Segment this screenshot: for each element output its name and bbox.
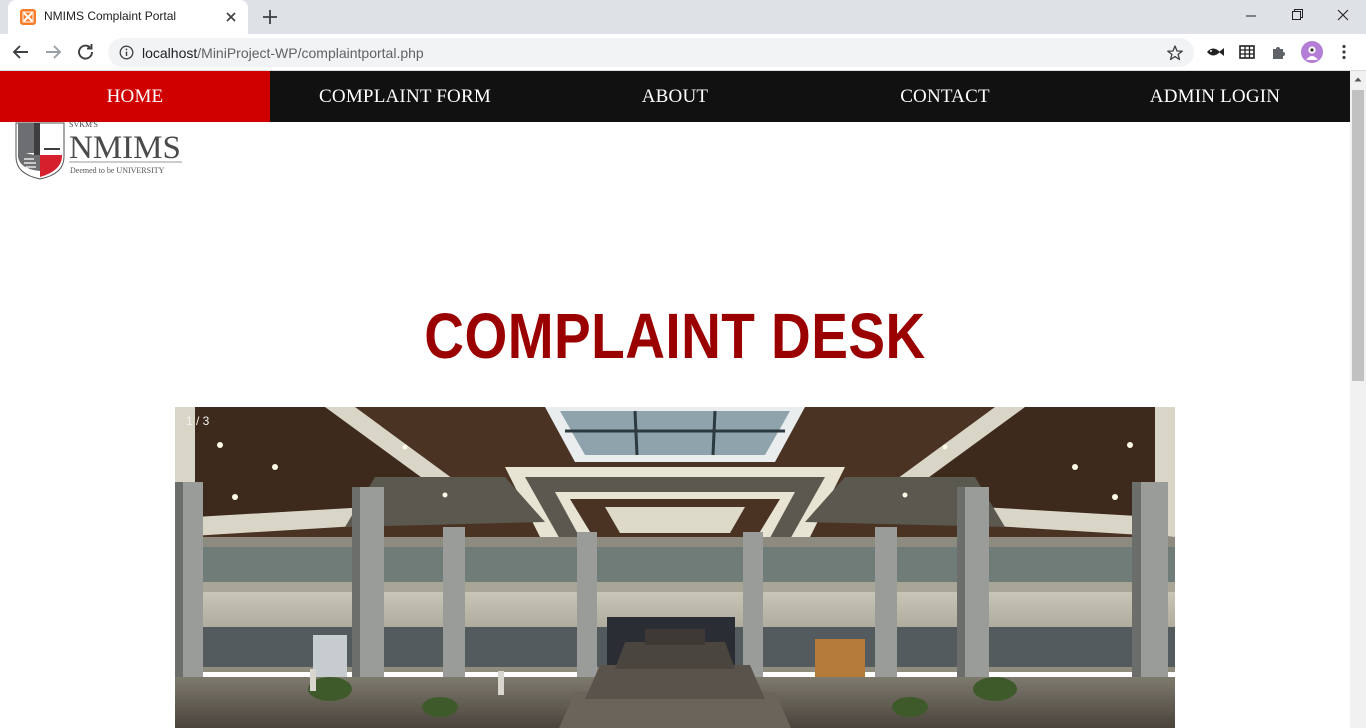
url-host: localhost xyxy=(142,45,198,61)
scroll-up-arrow-icon[interactable] xyxy=(1350,71,1366,88)
slideshow[interactable]: 1 / 3 xyxy=(175,407,1175,728)
page-viewport: HOME COMPLAINT FORM ABOUT CONTACT ADMIN … xyxy=(0,71,1350,728)
tab-title: NMIMS Complaint Portal xyxy=(44,9,177,23)
slide-counter: 1 / 3 xyxy=(186,414,210,428)
nav-home[interactable]: HOME xyxy=(0,71,270,122)
browser-tab-strip: NMIMS Complaint Portal xyxy=(0,0,1366,34)
browser-tab[interactable]: NMIMS Complaint Portal xyxy=(8,0,248,34)
window-minimize-icon[interactable] xyxy=(1228,0,1274,32)
browser-menu-icon[interactable] xyxy=(1334,42,1354,62)
tab-close-icon[interactable] xyxy=(222,8,240,26)
nav-about[interactable]: ABOUT xyxy=(540,71,810,122)
university-atrium-photo xyxy=(175,407,1175,728)
reload-icon[interactable] xyxy=(74,41,98,63)
url-path: /MiniProject-WP/complaintportal.php xyxy=(197,45,424,61)
logo-prefix: SVKM'S xyxy=(69,120,98,129)
puzzle-extensions-icon[interactable] xyxy=(1269,42,1289,62)
bookmark-star-icon[interactable] xyxy=(1166,44,1184,62)
nmims-logo[interactable]: SVKM'S NMIMS Deemed to be UNIVERSITY xyxy=(14,119,188,181)
site-navbar: HOME COMPLAINT FORM ABOUT CONTACT ADMIN … xyxy=(0,71,1350,122)
window-close-icon[interactable] xyxy=(1320,0,1366,32)
fish-extension-icon[interactable] xyxy=(1205,42,1225,62)
page-scrollbar[interactable] xyxy=(1350,71,1366,728)
nmims-shield-icon xyxy=(15,122,65,180)
url-text: localhost/MiniProject-WP/complaintportal… xyxy=(142,45,424,61)
table-extension-icon[interactable] xyxy=(1237,42,1257,62)
site-info-icon[interactable] xyxy=(119,45,134,60)
browser-toolbar: localhost/MiniProject-WP/complaintportal… xyxy=(0,34,1366,71)
logo-tagline: Deemed to be UNIVERSITY xyxy=(70,166,165,175)
profile-avatar[interactable] xyxy=(1301,41,1323,63)
address-bar[interactable]: localhost/MiniProject-WP/complaintportal… xyxy=(108,38,1194,67)
window-restore-icon[interactable] xyxy=(1274,0,1320,32)
logo-name: NMIMS xyxy=(69,130,181,166)
page-title: COMPLAINT DESK xyxy=(424,300,926,372)
back-arrow-icon[interactable] xyxy=(9,41,33,63)
forward-arrow-icon[interactable] xyxy=(41,41,65,63)
nav-contact[interactable]: CONTACT xyxy=(810,71,1080,122)
scrollbar-thumb[interactable] xyxy=(1352,90,1364,381)
new-tab-plus-icon[interactable] xyxy=(260,7,280,27)
nav-admin-login[interactable]: ADMIN LOGIN xyxy=(1080,71,1350,122)
xampp-favicon-icon xyxy=(20,9,36,25)
nav-complaint-form[interactable]: COMPLAINT FORM xyxy=(270,71,540,122)
